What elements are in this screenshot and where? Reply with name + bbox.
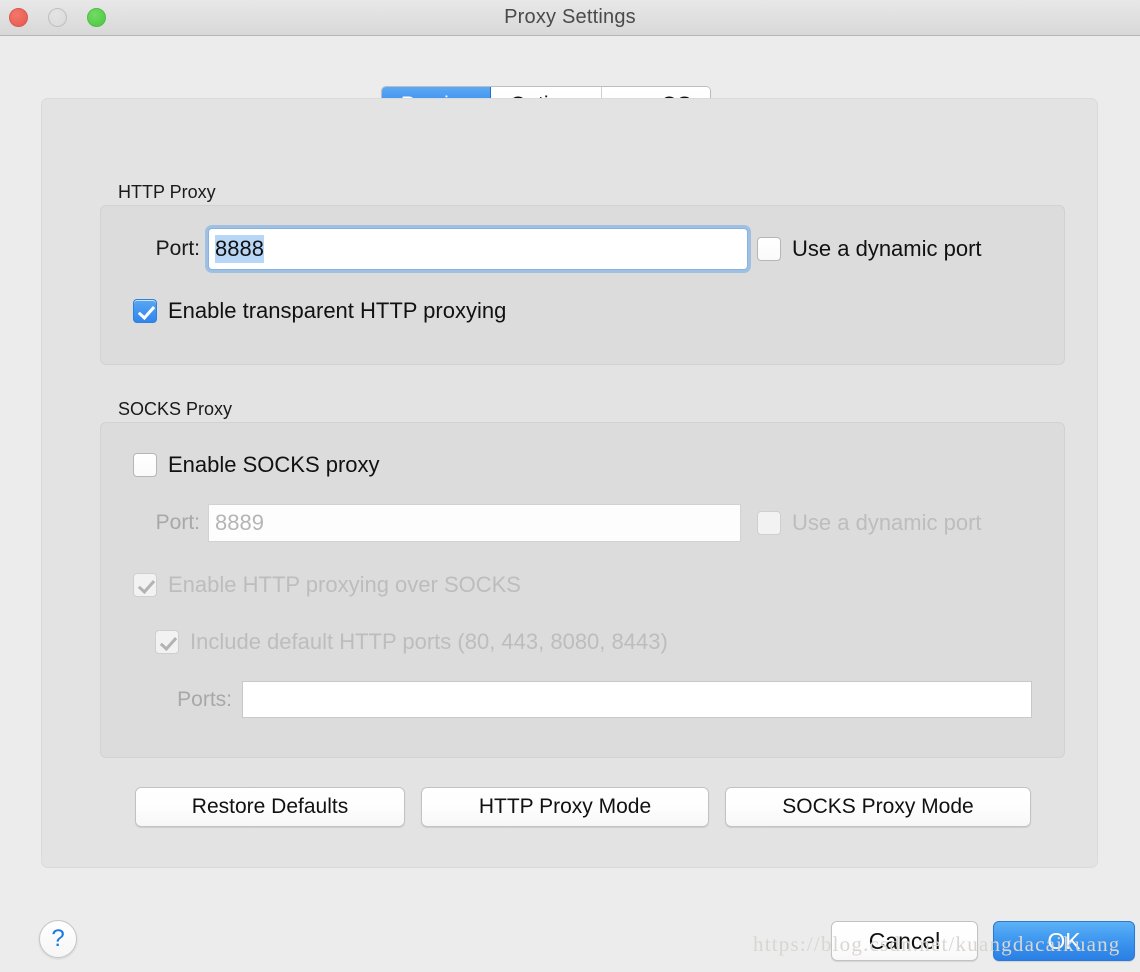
checkbox-box-icon — [133, 453, 157, 477]
socks-proxy-section-label: SOCKS Proxy — [118, 399, 233, 419]
socks-dynamic-port-label: Use a dynamic port — [792, 510, 982, 535]
socks-ports-row: Ports: — [150, 681, 1032, 718]
http-proxy-section-label: HTTP Proxy — [118, 182, 216, 202]
restore-defaults-button[interactable]: Restore Defaults — [135, 787, 405, 827]
checkmark-icon — [155, 630, 179, 654]
socks-port-label: Port: — [155, 511, 200, 534]
socks-dynamic-port-checkbox: Use a dynamic port — [757, 510, 982, 536]
socks-enable-label: Enable SOCKS proxy — [168, 452, 380, 477]
socks-http-over-socks-checkbox: Enable HTTP proxying over SOCKS — [133, 572, 521, 598]
checkmark-icon — [133, 299, 157, 323]
http-proxy-mode-button[interactable]: HTTP Proxy Mode — [421, 787, 709, 827]
socks-include-default-ports-row: Include default HTTP ports (80, 443, 808… — [155, 629, 668, 655]
checkbox-box-icon — [757, 511, 781, 535]
socks-proxy-mode-button[interactable]: SOCKS Proxy Mode — [725, 787, 1031, 827]
checkbox-box-icon — [757, 237, 781, 261]
socks-port-input[interactable]: 8889 — [208, 504, 741, 542]
socks-ports-input[interactable] — [242, 681, 1032, 718]
window-titlebar: Proxy Settings — [0, 0, 1140, 36]
http-port-value: 8888 — [215, 235, 264, 263]
ok-button[interactable]: OK — [993, 921, 1135, 961]
http-port-label: Port: — [155, 237, 200, 260]
socks-enable-checkbox[interactable]: Enable SOCKS proxy — [133, 452, 380, 478]
socks-port-row: Port: 8889 — [128, 504, 741, 542]
socks-include-default-ports-checkbox: Include default HTTP ports (80, 443, 808… — [155, 629, 668, 655]
window-title: Proxy Settings — [504, 6, 636, 28]
proxy-settings-window: Proxy Settings Proxies Options macOS HTT… — [0, 0, 1140, 972]
checkmark-icon — [133, 573, 157, 597]
socks-ports-label: Ports: — [177, 687, 232, 711]
http-dynamic-port-label: Use a dynamic port — [792, 236, 982, 261]
socks-http-over-socks-row: Enable HTTP proxying over SOCKS — [133, 572, 521, 598]
http-transparent-row: Enable transparent HTTP proxying — [133, 298, 506, 324]
socks-include-default-ports-label: Include default HTTP ports (80, 443, 808… — [190, 629, 668, 654]
help-button[interactable]: ? — [39, 920, 77, 958]
socks-http-over-socks-label: Enable HTTP proxying over SOCKS — [168, 572, 521, 597]
http-transparent-proxy-label: Enable transparent HTTP proxying — [168, 298, 507, 323]
cancel-button[interactable]: Cancel — [831, 921, 978, 961]
http-transparent-proxy-checkbox[interactable]: Enable transparent HTTP proxying — [133, 298, 506, 324]
socks-port-value: 8889 — [215, 510, 264, 535]
http-port-input[interactable]: 8888 — [208, 228, 748, 270]
http-dynamic-port-checkbox[interactable]: Use a dynamic port — [757, 236, 982, 262]
http-dynamic-port-row: Use a dynamic port — [757, 236, 982, 262]
socks-dynamic-port-row: Use a dynamic port — [757, 510, 982, 536]
http-port-row: Port: 8888 — [128, 228, 748, 270]
socks-enable-row: Enable SOCKS proxy — [133, 452, 380, 478]
